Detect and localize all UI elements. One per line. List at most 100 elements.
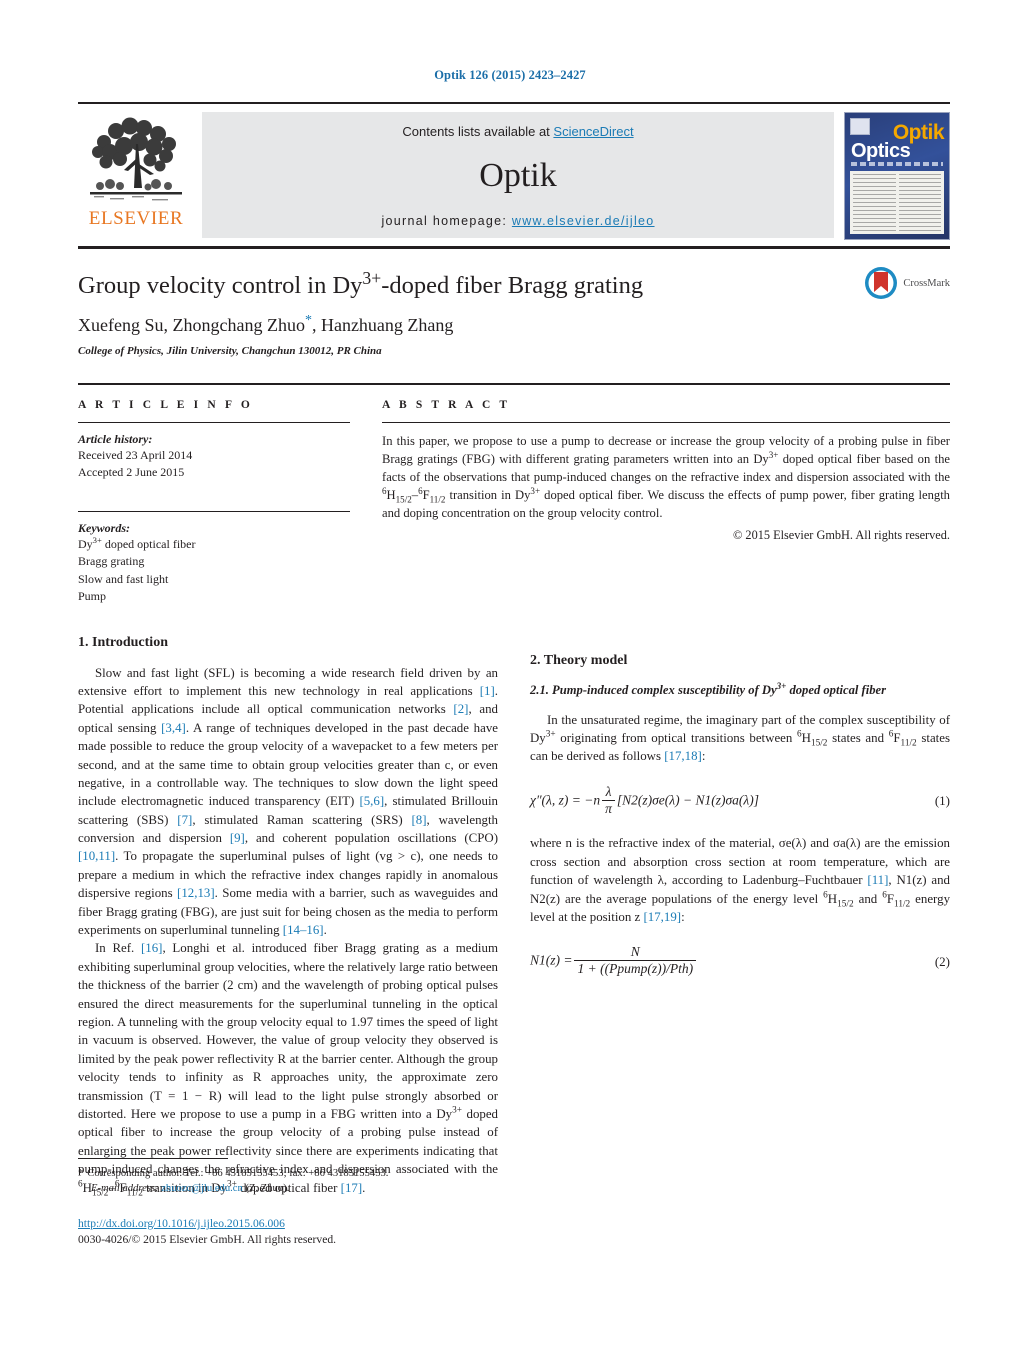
theory-p1-seg-e: : (701, 749, 706, 764)
theory-p1-state-a-sub: 15/2 (810, 738, 828, 749)
keyword-item-2: Bragg grating (78, 554, 145, 569)
elsevier-logo: ELSEVIER (78, 112, 194, 238)
corresponding-author-marker[interactable]: * (305, 313, 312, 328)
equation-1-fraction: λπ (602, 784, 615, 818)
abstract-sup-2: 3+ (530, 486, 541, 497)
crossmark-label: CrossMark (903, 277, 950, 289)
affiliation: College of Physics, Jilin University, Ch… (78, 345, 382, 358)
subsec-2-1-sup: 3+ (776, 680, 787, 691)
cover-subtitle-rule (851, 162, 943, 166)
abstract-text: In this paper, we propose to use a pump … (382, 432, 950, 522)
citation-ref-11[interactable]: [11] (867, 873, 888, 887)
journal-homepage-link[interactable]: www.elsevier.de/ijleo (512, 214, 655, 228)
keyword-1-superscript: 3+ (92, 535, 102, 546)
article-info-heading: A R T I C L E I N F O (78, 399, 253, 412)
article-info-spacer (78, 481, 350, 500)
theory-p2-state-b-base: F (886, 891, 895, 906)
abstract-column: A B S T R A C T In this paper, we propos… (368, 399, 950, 604)
cover-publisher-badge-icon (850, 118, 870, 135)
footnote-email-label: E-mail address: (91, 1183, 159, 1195)
author-list: Xuefeng Su, Zhongchang Zhuo*, Hanzhuang … (78, 313, 950, 336)
journal-cover-thumbnail[interactable]: Optik Optics (844, 112, 950, 240)
abstract-rule (382, 422, 950, 424)
citation-ref-17-18[interactable]: [17,18] (664, 749, 702, 763)
abstract-sup-1: 3+ (768, 450, 779, 461)
theory-p1-seg-b: originating from optical transitions bet… (555, 730, 798, 745)
footnote-corresponding-text: Corresponding author. Tel.: +86 43185155… (87, 1168, 389, 1179)
intro-paragraph-1: Slow and fast light (SFL) is becoming a … (78, 664, 498, 940)
crossmark-icon (865, 267, 898, 299)
authors-text-tail: , Hanzhuang Zhang (311, 315, 454, 336)
equation-2: N1(z) = N 1 + ((Ppump(z))/Pth) (2) (530, 945, 950, 978)
cover-column-left (853, 174, 896, 231)
citation-ref-7[interactable]: [7] (177, 813, 192, 827)
footnote-email-line: E-mail address: zhuozc@jlu.edu.cn (Z. Zh… (78, 1181, 498, 1196)
crossmark-badge[interactable]: CrossMark (863, 265, 950, 301)
title-superscript: 3+ (362, 267, 382, 288)
equation-1-expression: χ″(λ, z) = −n λ π [N2(z)σe(λ) − N1(z)σa(λ)] (530, 784, 759, 818)
footnote-email-link[interactable]: zhuozc@jlu.edu.cn (161, 1183, 243, 1194)
intro-p1-seg-k: . (323, 923, 327, 938)
abstract-transition-b-sub: 11/2 (429, 494, 446, 505)
abstract-seg-3: transition in Dy (445, 488, 531, 503)
intro-p2-seg-b: , Longhi et al. introduced fiber Bragg g… (78, 941, 498, 1121)
keyword-item-3: Slow and fast light (78, 571, 169, 586)
masthead-bottom-rule (78, 246, 950, 249)
citation-ref-14-16[interactable]: [14–16] (283, 923, 324, 937)
running-head: Optik 126 (2015) 2423–2427 (434, 68, 586, 82)
citation-ref-3-4[interactable]: [3,4] (161, 721, 186, 735)
equation-1: χ″(λ, z) = −n λ π [N2(z)σe(λ) − N1(z)σa(λ)]… (530, 784, 950, 818)
title-block: CrossMark Group velocity control in Dy3+… (78, 267, 950, 358)
citation-ref-12-13[interactable]: [12,13] (177, 886, 215, 900)
theory-p1-sup: 3+ (545, 729, 556, 740)
doi-block: http://dx.doi.org/10.1016/j.ijleo.2015.0… (78, 1216, 336, 1249)
abstract-transition-a-base: H (386, 488, 396, 503)
body-column-left: 1. Introduction Slow and fast light (SFL… (78, 635, 498, 1198)
abstract-transition-b-base: F (422, 488, 430, 503)
keyword-item-1: Dy3+ doped optical fiber (78, 536, 350, 553)
journal-homepage-line: journal homepage: www.elsevier.de/ijleo (381, 214, 654, 228)
citation-ref-9[interactable]: [9] (230, 831, 245, 845)
masthead-center-panel: Contents lists available at ScienceDirec… (202, 112, 834, 238)
doi-link[interactable]: http://dx.doi.org/10.1016/j.ijleo.2015.0… (78, 1217, 285, 1230)
keyword-item-4: Pump (78, 588, 107, 603)
theory-p2-seg-c: and (853, 891, 883, 906)
citation-ref-1[interactable]: [1] (480, 684, 495, 698)
article-received-date: Received 23 April 2014 (78, 448, 193, 463)
intro-paragraph-2-continued (530, 635, 950, 653)
keyword-1-rest: doped optical fiber (101, 537, 196, 552)
sciencedirect-link[interactable]: ScienceDirect (553, 124, 633, 139)
citation-ref-8[interactable]: [8] (412, 813, 427, 827)
intro-p1-seg-f: , stimulated Raman scattering (SRS) (192, 812, 412, 827)
theory-p2-state-b-sub: 11/2 (894, 899, 911, 910)
equation-1-lhs: χ″(λ, z) = −n (530, 792, 601, 808)
authors-text: Xuefeng Su, Zhongchang Zhuo (78, 315, 305, 336)
citation-ref-5-6[interactable]: [5,6] (359, 794, 384, 808)
keywords-label: Keywords: (78, 521, 130, 536)
citation-ref-2[interactable]: [2] (453, 702, 468, 716)
page-title: Group velocity control in Dy3+-doped fib… (78, 267, 950, 300)
intro-p2-sup-1: 3+ (452, 1105, 462, 1116)
cover-contents-block (850, 171, 944, 234)
citation-ref-16[interactable]: [16] (141, 941, 162, 955)
abstract-copyright: © 2015 Elsevier GmbH. All rights reserve… (733, 528, 950, 543)
article-info-column: A R T I C L E I N F O Article history: R… (78, 399, 368, 604)
equation-1-denominator: π (602, 799, 615, 818)
journal-masthead: ELSEVIER Contents lists available at Sci… (78, 102, 950, 240)
article-page: Optik 126 (2015) 2423–2427 ELSEVIER Cont… (0, 0, 1020, 1351)
keywords-rule (78, 511, 350, 513)
citation-ref-17-19[interactable]: [17,19] (643, 910, 681, 924)
body-columns: 1. Introduction Slow and fast light (SFL… (78, 635, 950, 1198)
theory-paragraph-1: In the unsaturated regime, the imaginary… (530, 711, 950, 766)
abstract-transition-a-sub: 15/2 (395, 494, 412, 505)
subsec-2-1-seg-b: doped optical fiber (786, 682, 886, 697)
intro-p1-seg-h: , and coherent population oscillations (… (244, 831, 498, 846)
equation-2-numerator: N (630, 944, 640, 960)
elsevier-tree-icon (84, 114, 188, 208)
intro-p2-seg-a: In Ref. (95, 941, 141, 956)
title-text-part1: Group velocity control in Dy (78, 272, 363, 299)
footnote-star-marker: * (78, 1168, 84, 1179)
equation-1-rhs: [N2(z)σe(λ) − N1(z)σa(λ)] (616, 792, 759, 808)
citation-ref-10-11[interactable]: [10,11] (78, 849, 115, 863)
footnote-rule (78, 1158, 228, 1159)
